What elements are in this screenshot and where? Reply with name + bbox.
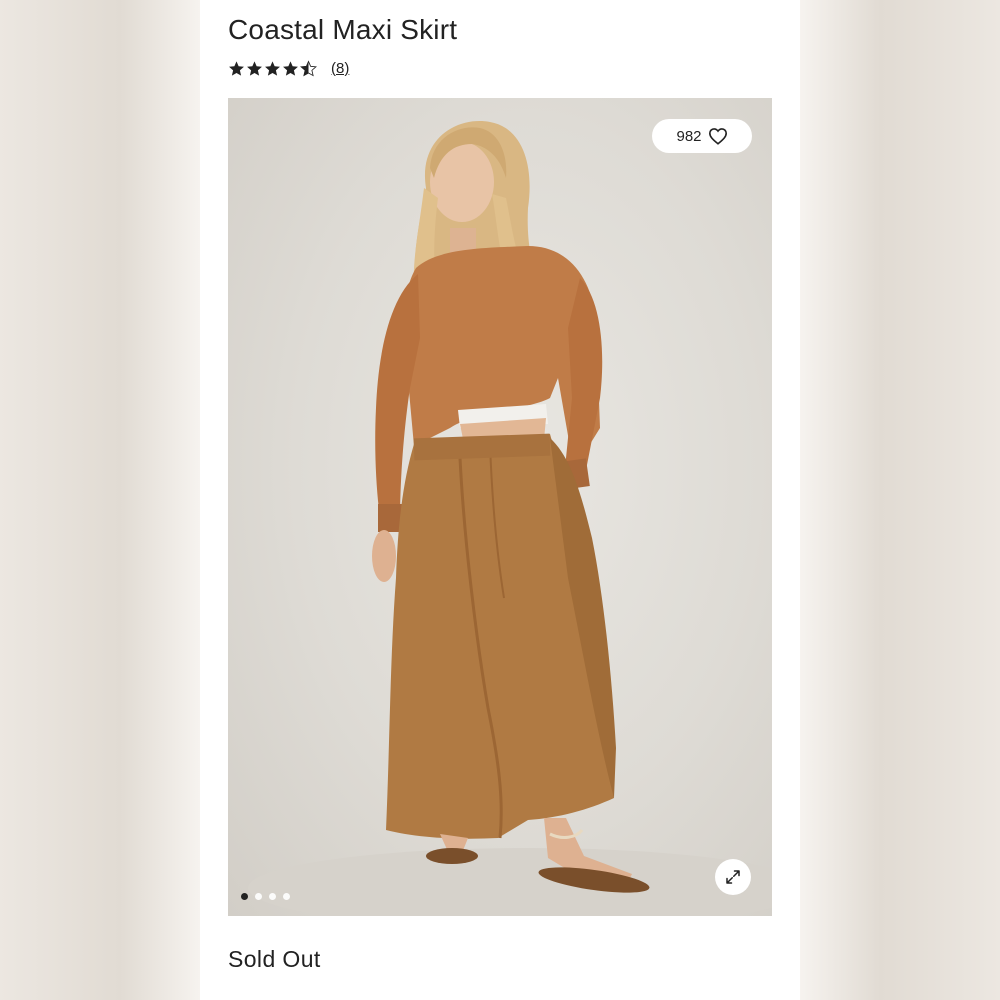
star-icon	[247, 60, 262, 76]
star-rating	[228, 59, 317, 77]
like-count: 982	[676, 127, 702, 145]
star-icon	[265, 60, 280, 76]
page-background-right	[800, 0, 1000, 1000]
model-photo	[248, 121, 772, 916]
carousel-dots	[241, 893, 290, 900]
rating-row: (8)	[228, 58, 349, 78]
page-background-left	[0, 0, 200, 1000]
star-icon	[229, 60, 244, 76]
expand-icon	[726, 870, 740, 884]
expand-image-button[interactable]	[715, 859, 751, 895]
product-title: Coastal Maxi Skirt	[228, 14, 458, 45]
availability-status: Sold Out	[228, 946, 321, 972]
carousel-dot-1[interactable]	[241, 893, 248, 900]
heart-icon	[708, 128, 727, 145]
half-star-icon	[300, 59, 317, 76]
product-image[interactable]: 982	[228, 98, 772, 916]
product-panel: Coastal Maxi Skirt (8) 982 Sold Out	[200, 0, 800, 1000]
carousel-dot-2[interactable]	[255, 893, 262, 900]
carousel-dot-4[interactable]	[283, 893, 290, 900]
carousel-dot-3[interactable]	[269, 893, 276, 900]
star-icon	[283, 60, 298, 76]
like-button[interactable]: 982	[652, 119, 752, 153]
review-count-link[interactable]: (8)	[331, 60, 349, 77]
